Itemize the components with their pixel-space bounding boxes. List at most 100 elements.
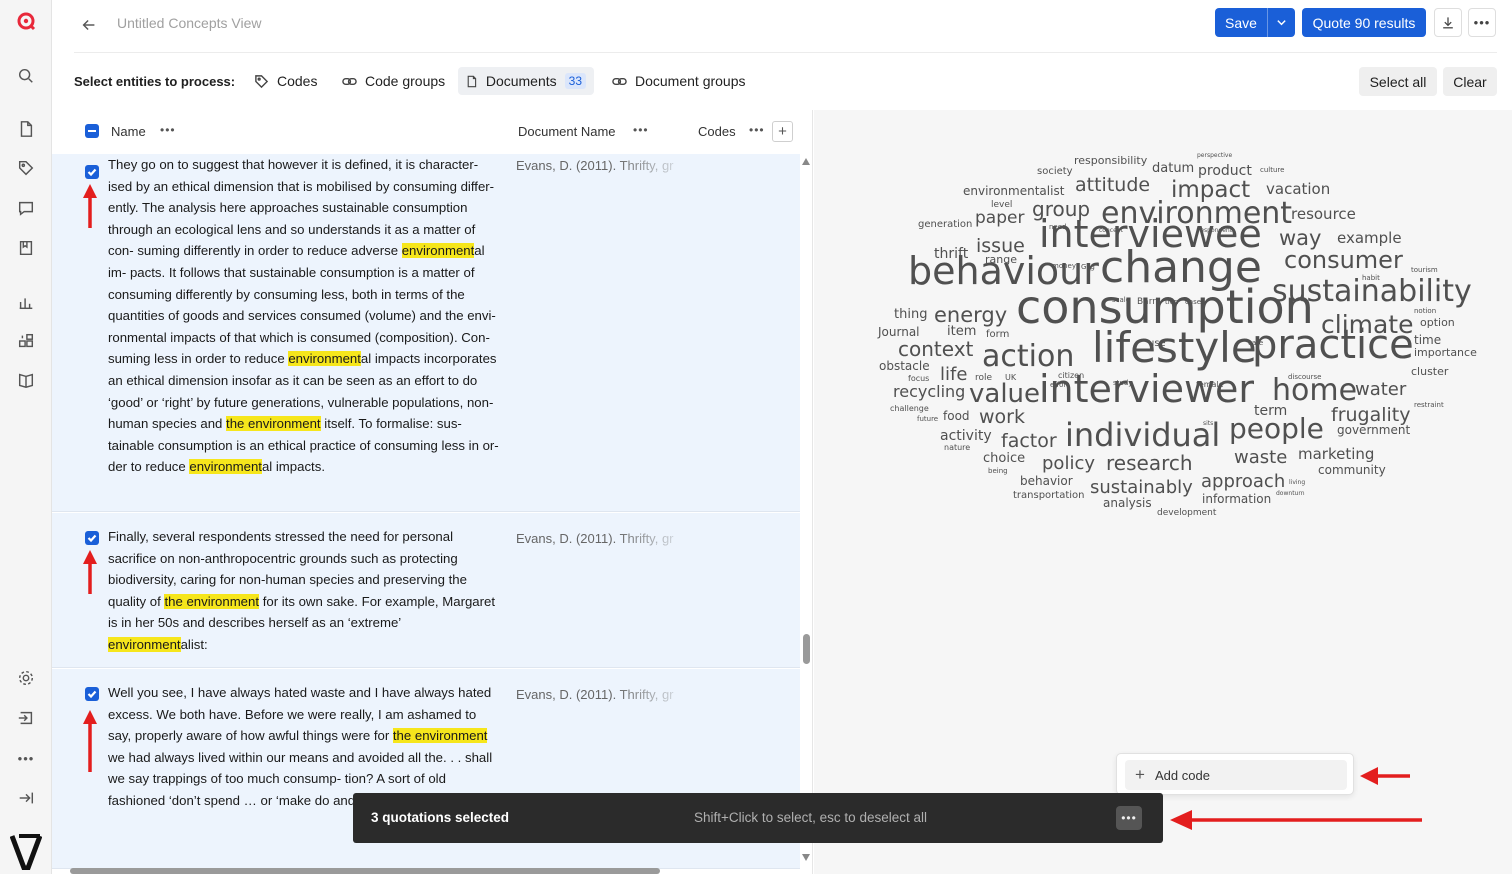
cloud-word-thing[interactable]: thing [894,307,927,322]
cloud-word-citizen[interactable]: citizen [1058,371,1084,380]
view-title[interactable]: Untitled Concepts View [117,15,261,31]
cloud-word-restraint[interactable]: restraint [1414,401,1444,409]
table-row[interactable]: Finally, several respondents stressed th… [52,513,800,668]
clear-button[interactable]: Clear [1443,67,1497,96]
quotation-text[interactable]: They go on to suggest that however it is… [108,154,500,478]
vertical-scrollbar[interactable] [800,154,813,874]
cloud-word-action[interactable]: action [982,339,1074,374]
cloud-word-sustainably[interactable]: sustainably [1090,477,1193,498]
cloud-word-study[interactable]: study [1113,379,1132,387]
cloud-word-thrift[interactable]: thrift [934,246,969,262]
cloud-word-research[interactable]: research [1106,451,1193,475]
vertical-scroll-thumb[interactable] [803,634,810,664]
column-header-document-name[interactable]: Document Name [518,124,616,139]
cloud-word-barr[interactable]: Barr [1137,297,1156,307]
column-header-name[interactable]: Name [111,124,146,139]
cloud-word-development[interactable]: development [1157,508,1217,518]
cloud-word-resource[interactable]: resource [1291,205,1356,223]
cloud-word-challenge[interactable]: challenge [890,404,929,413]
cloud-word-item[interactable]: item [947,324,976,339]
cloud-word-value[interactable]: value [969,379,1040,409]
cloud-word-responsibility[interactable]: responsibility [1074,154,1148,167]
cloud-word-transportation[interactable]: transportation [1013,490,1085,501]
back-button[interactable] [78,14,100,36]
cloud-word-policy[interactable]: policy [1042,453,1095,474]
quotation-text[interactable]: Finally, several respondents stressed th… [108,526,500,656]
cloud-word-tion[interactable]: tion [1165,298,1178,306]
cloud-word-time[interactable]: time [1414,333,1441,347]
cloud-word-need[interactable]: need [1049,223,1067,231]
download-button[interactable] [1434,8,1462,37]
cloud-word-food[interactable]: food [943,409,970,423]
horizontal-scroll-thumb[interactable] [70,868,660,874]
cloud-word-climate[interactable]: climate [1321,310,1414,339]
cloud-word-notion[interactable]: notion [1414,307,1436,315]
cloud-word-community[interactable]: community [1318,463,1386,477]
cloud-word-culture[interactable]: culture [1260,166,1284,174]
cloud-word-lifestyle[interactable]: lifestyle [1092,323,1257,372]
cloud-word-money[interactable]: money [1052,262,1076,270]
cloud-word-care[interactable]: care [1248,339,1263,347]
column-menu-document-name-icon[interactable]: ••• [633,123,649,137]
apps-icon[interactable] [16,331,36,351]
cloud-word-example[interactable]: example [1337,229,1402,247]
atlas-logo-icon[interactable] [16,11,36,31]
cloud-word-use[interactable]: use [1148,338,1166,349]
cloud-word-individual[interactable]: individual [1065,416,1220,454]
analytics-icon[interactable] [16,292,36,312]
save-button[interactable]: Save [1215,8,1295,37]
cloud-word-attitude[interactable]: attitude [1075,174,1150,196]
cloud-word-analysis[interactable]: analysis [1103,496,1152,510]
comment-icon[interactable] [16,198,36,218]
cloud-word-paper[interactable]: paper [975,208,1024,228]
cloud-word-respondent[interactable]: respondent [1198,227,1233,234]
cloud-word-product[interactable]: product [1198,163,1252,179]
cloud-word-role[interactable]: role [975,373,993,383]
settings-icon[interactable] [16,668,36,688]
cloud-word-range[interactable]: range [985,253,1017,266]
more-options-button[interactable]: ••• [1468,8,1496,37]
cloud-word-journal[interactable]: Journal [877,325,920,339]
cloud-word-importance[interactable]: importance [1414,346,1477,359]
document-name-cell[interactable]: Evans, D. (2011). Thrifty, gr [516,531,680,546]
memo-icon[interactable] [16,238,36,258]
document-name-cell[interactable]: Evans, D. (2011). Thrifty, gr [516,158,680,173]
expand-sidebar-icon[interactable] [16,788,36,808]
cloud-word-future[interactable]: future [917,415,938,423]
cloud-word-factor[interactable]: factor [1001,430,1057,452]
cloud-word-behavior[interactable]: behavior [1020,474,1073,488]
cloud-word-vacation[interactable]: vacation [1266,180,1330,198]
selection-more-button[interactable]: ••• [1116,806,1142,830]
cloud-word-form[interactable]: form [986,329,1009,340]
entity-option-document-groups[interactable]: Document groups [604,67,754,95]
cloud-word-cluster[interactable]: cluster [1411,365,1449,378]
cloud-word-obstacle[interactable]: obstacle [879,359,930,373]
select-all-checkbox[interactable] [85,124,99,138]
scroll-up-icon[interactable] [802,158,810,165]
cloud-word-way[interactable]: way [1279,226,1321,250]
cloud-word-waste[interactable]: waste [1234,447,1287,468]
quote-results-button[interactable]: Quote 90 results [1302,8,1426,37]
select-all-button[interactable]: Select all [1359,67,1437,96]
add-code-button[interactable]: + Add code [1125,760,1347,790]
document-icon[interactable] [16,119,36,139]
cloud-word-marketing[interactable]: marketing [1298,445,1374,463]
cloud-word-choice[interactable]: choice [983,451,1025,466]
book-icon[interactable] [16,370,36,390]
export-icon[interactable] [16,708,36,728]
entity-option-documents[interactable]: Documents 33 [458,67,594,95]
table-row[interactable]: They go on to suggest that however it is… [52,154,800,512]
cloud-word-scale[interactable]: scale [1112,296,1130,304]
cloud-word-work[interactable]: work [979,406,1025,428]
cloud-word-environmentalist[interactable]: environmentalist [963,184,1065,198]
cloud-word-focus[interactable]: focus [908,374,929,383]
cloud-word-habit[interactable]: habit [1362,274,1380,282]
cloud-word-sits[interactable]: sits [1203,420,1213,427]
entity-option-code-groups[interactable]: Code groups [334,67,453,95]
cloud-word-recycling[interactable]: recycling [893,382,965,401]
cloud-word-society[interactable]: society [1037,166,1073,177]
column-menu-codes-icon[interactable]: ••• [749,123,765,137]
more-icon[interactable]: ••• [16,748,36,768]
cloud-word-approach[interactable]: approach [1201,471,1285,492]
cloud-word-case[interactable]: case [1185,298,1201,306]
